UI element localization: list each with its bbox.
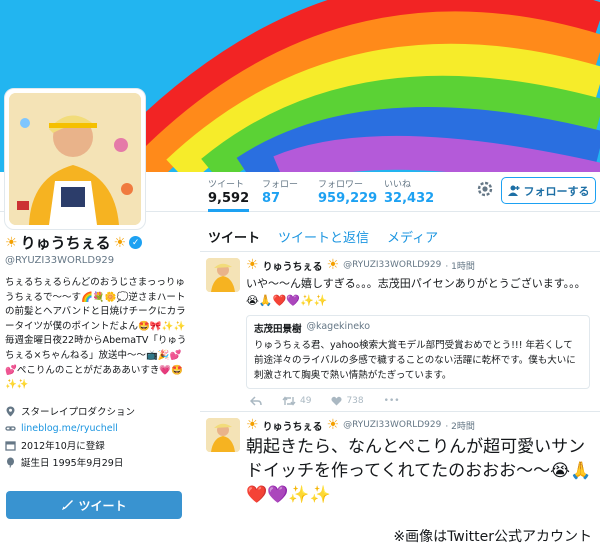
like-count: 738 bbox=[346, 396, 364, 406]
quoted-tweet[interactable]: 志茂田景樹 @kagekineko りゅうちぇる君、yahoo検索大賞モデル部門… bbox=[246, 315, 590, 389]
tweet-author-name[interactable]: りゅうちぇる bbox=[263, 418, 323, 433]
quoted-tweet-header: 志茂田景樹 @kagekineko bbox=[254, 321, 582, 335]
compose-tweet-button[interactable]: ツイート bbox=[6, 491, 182, 519]
tweet-author-name[interactable]: りゅうちぇる bbox=[263, 258, 323, 273]
compose-quill-icon bbox=[62, 500, 74, 510]
tweet-text: 朝起きたら、なんとぺこりんが超可愛いサンドイッチを作ってくれてたのおおお〜〜😭🙏… bbox=[246, 437, 592, 505]
retweet-icon bbox=[282, 396, 296, 406]
profile-handle[interactable]: @RYUZI33WORLD929 bbox=[5, 255, 190, 266]
profile-location: スターレイプロダクション bbox=[21, 407, 136, 419]
timeline: ツイート ツイートと返信 メディア ☀ りゅうちぇる ☀ @RYUZI33WOR… bbox=[200, 222, 600, 522]
profile-bio: ちぇるちぇるらんどのおうじさまっっりゅうちぇるで〜〜す🌈💐🌼💭逆さまハートの前髪… bbox=[5, 277, 187, 391]
tweet-timestamp[interactable]: · 2時間 bbox=[445, 419, 474, 432]
timeline-tabs: ツイート ツイートと返信 メディア bbox=[200, 222, 600, 252]
stat-tweets-value: 9,592 bbox=[208, 191, 250, 206]
stat-followers[interactable]: フォロワー 959,229 bbox=[318, 177, 377, 206]
tweet-author-avatar[interactable] bbox=[206, 258, 240, 292]
tab-tweets-and-replies[interactable]: ツイートと返信 bbox=[278, 227, 369, 246]
tweet-text: いや〜〜ん嬉しすぎる。。。志茂田パイセンありがとうございます。。。😭🙏❤️💜✨✨ bbox=[246, 277, 586, 307]
tweet-timestamp[interactable]: · 1時間 bbox=[445, 259, 474, 272]
stat-tweets[interactable]: ツイート 9,592 bbox=[208, 177, 250, 212]
stat-tweets-label: ツイート bbox=[208, 180, 245, 190]
stat-following-label: フォロー bbox=[262, 180, 299, 190]
stat-followers-label: フォロワー bbox=[318, 180, 364, 190]
tweet-author-handle[interactable]: @RYUZI33WORLD929 bbox=[343, 260, 441, 270]
reply-icon bbox=[250, 396, 262, 406]
profile-website-link[interactable]: lineblog.me/ryuchell bbox=[21, 423, 118, 434]
balloon-icon bbox=[7, 457, 14, 468]
sun-icon: ☀ bbox=[326, 257, 340, 273]
link-icon bbox=[5, 426, 16, 431]
retweet-count: 49 bbox=[300, 396, 312, 406]
stat-likes-value: 32,432 bbox=[384, 191, 435, 206]
retweet-action[interactable]: 49 bbox=[282, 396, 311, 406]
more-dots-icon: ••• bbox=[383, 396, 400, 406]
sun-icon: ☀ bbox=[113, 234, 127, 251]
tweet-item[interactable]: ☀ りゅうちぇる ☀ @RYUZI33WORLD929 · 1時間 いや〜〜ん嬉… bbox=[200, 252, 600, 412]
follow-button[interactable]: フォローする bbox=[501, 177, 596, 204]
quoted-author-handle: @kagekineko bbox=[306, 321, 371, 332]
heart-icon bbox=[331, 396, 343, 406]
avatar-photo bbox=[9, 93, 141, 225]
tweet-header: ☀ りゅうちぇる ☀ @RYUZI33WORLD929 · 1時間 bbox=[246, 257, 594, 273]
add-user-icon bbox=[507, 185, 519, 196]
reply-action[interactable] bbox=[250, 396, 262, 406]
location-pin-icon bbox=[6, 406, 15, 417]
joined-row: 2012年10月に登録 bbox=[5, 437, 190, 454]
stat-likes-label: いいね bbox=[384, 180, 412, 190]
more-action[interactable]: ••• bbox=[384, 396, 400, 406]
sun-icon: ☀ bbox=[246, 257, 259, 273]
tweet-author-avatar[interactable] bbox=[206, 418, 240, 452]
tab-media[interactable]: メディア bbox=[387, 227, 438, 246]
stat-following-value: 87 bbox=[262, 191, 281, 206]
location-row: スターレイプロダクション bbox=[5, 403, 190, 420]
website-row: lineblog.me/ryuchell bbox=[5, 420, 190, 437]
gear-icon[interactable] bbox=[476, 180, 494, 198]
calendar-icon bbox=[5, 441, 16, 451]
display-name[interactable]: りゅうちぇる bbox=[21, 232, 111, 253]
sun-icon: ☀ bbox=[5, 234, 18, 251]
stat-likes[interactable]: いいね 32,432 bbox=[384, 177, 434, 206]
tweet-author-handle[interactable]: @RYUZI33WORLD929 bbox=[343, 420, 441, 430]
tweet-body: ☀ りゅうちぇる ☀ @RYUZI33WORLD929 · 1時間 いや〜〜ん嬉… bbox=[246, 252, 600, 413]
tab-tweets[interactable]: ツイート bbox=[208, 227, 260, 246]
like-action[interactable]: 738 bbox=[331, 396, 364, 406]
sun-icon: ☀ bbox=[246, 417, 259, 433]
sun-icon: ☀ bbox=[326, 417, 340, 433]
birthday-row: 誕生日 1995年9月29日 bbox=[5, 454, 190, 471]
image-credit-caption: ※画像はTwitter公式アカウント bbox=[391, 526, 594, 546]
tweet-item[interactable]: ☀ りゅうちぇる ☀ @RYUZI33WORLD929 · 2時間 朝起きたら、… bbox=[200, 412, 600, 522]
stat-following[interactable]: フォロー 87 bbox=[262, 177, 298, 206]
profile-meta: スターレイプロダクション lineblog.me/ryuchell 2012年1… bbox=[5, 403, 190, 471]
verified-badge-icon: ✓ bbox=[129, 236, 143, 249]
tweet-header: ☀ りゅうちぇる ☀ @RYUZI33WORLD929 · 2時間 bbox=[246, 417, 594, 433]
follow-button-label: フォローする bbox=[523, 184, 590, 198]
profile-birthday: 誕生日 1995年9月29日 bbox=[21, 458, 124, 470]
profile-avatar[interactable] bbox=[4, 88, 146, 230]
stat-followers-value: 959,229 bbox=[318, 191, 378, 206]
quoted-author-name: 志茂田景樹 bbox=[254, 324, 302, 335]
quoted-tweet-text: りゅうちぇる君、yahoo検索大賞モデル部門受賞おめでとう!!! 年若くして前途… bbox=[254, 340, 576, 381]
display-name-row: ☀ りゅうちぇる ☀ ✓ bbox=[5, 232, 190, 253]
profile-card: ☀ りゅうちぇる ☀ ✓ @RYUZI33WORLD929 ちぇるちぇるらんどの… bbox=[5, 232, 190, 471]
compose-tweet-label: ツイート bbox=[78, 498, 127, 513]
profile-joined: 2012年10月に登録 bbox=[21, 441, 105, 453]
tweet-actions: 49 738 ••• bbox=[246, 389, 594, 413]
tweet-body: ☀ りゅうちぇる ☀ @RYUZI33WORLD929 · 2時間 朝起きたら、… bbox=[246, 412, 600, 507]
